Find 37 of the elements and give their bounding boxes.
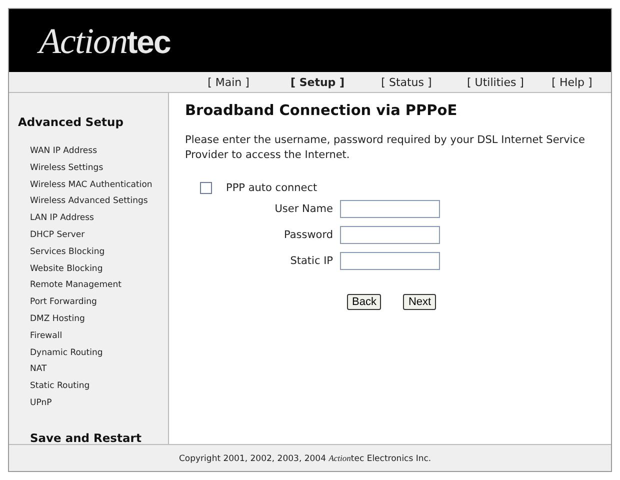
copyright-text: Copyright 2001, 2002, 2003, 2004 Actiontec Electronics Inc. (179, 452, 432, 464)
sidebar-link[interactable]: Website Blocking (30, 260, 168, 278)
input-field[interactable] (340, 200, 440, 218)
form-button[interactable]: Back (347, 294, 382, 310)
field-label: Static IP (289, 255, 333, 267)
sidebar-link[interactable]: LAN IP Address (30, 210, 168, 227)
nav-tab[interactable]: [ Main ] (184, 76, 273, 88)
sidebar-heading: Advanced Setup (18, 115, 124, 129)
sidebar-link[interactable]: UPnP (30, 394, 168, 412)
input-field[interactable] (340, 252, 440, 270)
checkbox[interactable] (200, 182, 212, 194)
field-label: Password (282, 229, 333, 241)
sidebar-link[interactable]: Services Blocking (30, 244, 168, 261)
nav-tab[interactable]: [ Help ] (540, 76, 604, 88)
save-link[interactable]: Save and Restart (30, 430, 168, 445)
checkbox-label: PPP auto connect (226, 182, 318, 194)
sidebar-link[interactable]: Port Forwarding (30, 294, 168, 311)
nav-tab[interactable]: [ Setup ] (273, 76, 362, 88)
sidebar-link[interactable]: NAT (30, 361, 168, 378)
logo: Actiontec (39, 20, 170, 62)
field-label: User Name (274, 203, 333, 215)
description-text: Please enter the username, password required by your DSL Internet Service Provider to access the Internet. (185, 133, 586, 163)
sidebar-link[interactable]: Static Routing (30, 378, 168, 395)
page-title: Broadband Connection via PPPoE (185, 103, 458, 119)
sidebar-link[interactable]: DHCP Server (30, 226, 168, 244)
sidebar-link[interactable]: Wireless Settings (30, 160, 168, 177)
nav-tab[interactable]: [ Utilities ] (451, 76, 540, 88)
sidebar-link[interactable]: Remote Management (30, 277, 168, 294)
sidebar-link[interactable]: Firewall (30, 328, 168, 345)
sidebar-link[interactable]: Wireless MAC Authentication (30, 176, 168, 194)
input-field[interactable] (340, 226, 440, 244)
sidebar-link[interactable]: WAN IP Address (30, 143, 168, 160)
sidebar-link[interactable]: DMZ Hosting (30, 310, 168, 328)
nav-tab[interactable]: [ Status ] (362, 76, 451, 88)
sidebar-link[interactable]: Dynamic Routing (30, 344, 168, 362)
sidebar-link[interactable]: Wireless Advanced Settings (30, 193, 168, 210)
form-button[interactable]: Next (403, 294, 436, 310)
